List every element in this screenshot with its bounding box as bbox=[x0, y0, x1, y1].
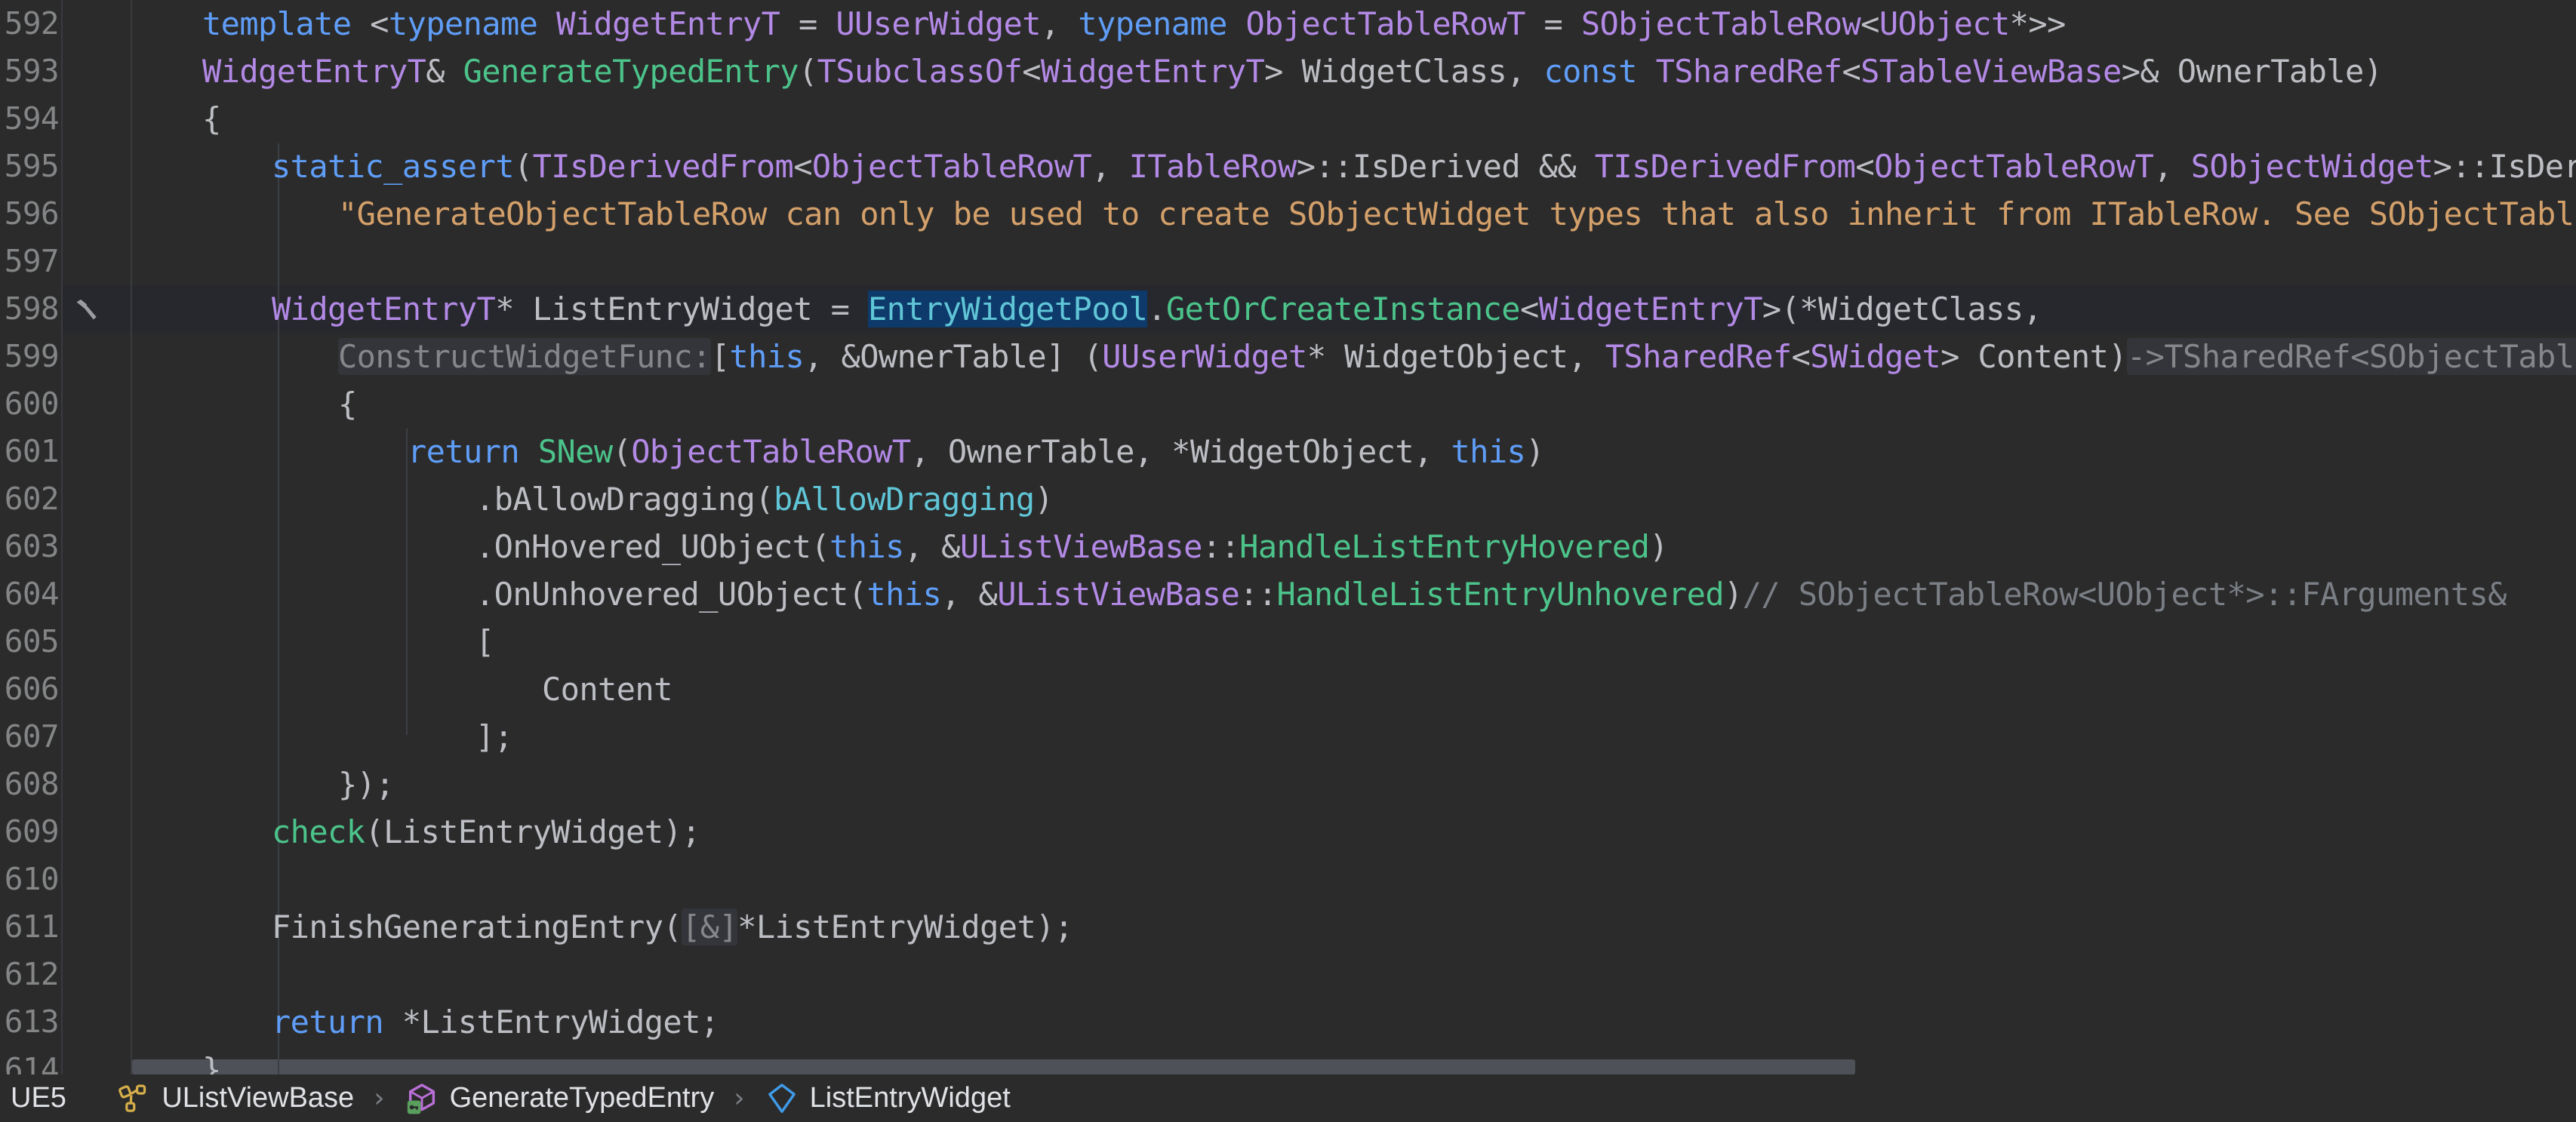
code-line[interactable]: 611 FinishGeneratingEntry([&]*ListEntryW… bbox=[0, 903, 2576, 951]
code-line[interactable]: 596 "GenerateObjectTableRow can only be … bbox=[0, 190, 2576, 238]
line-number: 592 bbox=[4, 5, 60, 41]
code-line-active[interactable]: 598 WidgetEntryT* ListEntryWidget = Entr… bbox=[0, 285, 2576, 333]
line-number: 603 bbox=[4, 528, 60, 564]
inline-comment: // SObjectTableRow<UObject*>::FArguments… bbox=[1742, 576, 2507, 613]
line-number: 609 bbox=[4, 813, 60, 850]
breadcrumb-separator: › bbox=[734, 1083, 745, 1114]
line-content: }); bbox=[338, 766, 395, 803]
code-line[interactable]: 606 Content bbox=[0, 666, 2576, 713]
line-number: 596 bbox=[4, 195, 60, 232]
line-content: } bbox=[202, 1051, 221, 1074]
line-number: 610 bbox=[4, 861, 60, 897]
line-number: 599 bbox=[4, 338, 60, 374]
ide-window: 592 template <typename WidgetEntryT = UU… bbox=[0, 0, 2576, 1122]
line-number: 611 bbox=[4, 908, 60, 945]
line-content: check(ListEntryWidget); bbox=[272, 813, 700, 850]
code-editor[interactable]: 592 template <typename WidgetEntryT = UU… bbox=[0, 0, 2576, 1074]
horizontal-scrollbar-thumb[interactable] bbox=[132, 1059, 1855, 1074]
line-number: 600 bbox=[4, 386, 60, 422]
breadcrumb-label: ListEntryWidget bbox=[809, 1082, 1011, 1114]
variable-icon bbox=[765, 1081, 799, 1116]
inlay-hint-parameter: ConstructWidgetFunc: bbox=[338, 338, 711, 375]
line-content: "GenerateObjectTableRow can only be used… bbox=[338, 195, 2576, 232]
line-number: 614 bbox=[4, 1051, 60, 1074]
gutter-separator-left bbox=[61, 0, 63, 1074]
code-line[interactable]: 604 .OnUnhovered_UObject(this, &UListVie… bbox=[0, 570, 2576, 618]
code-line[interactable]: 597 bbox=[0, 238, 2576, 285]
breadcrumb: UE5 › UListViewBase › bbox=[0, 1074, 2576, 1122]
line-content: [ bbox=[475, 623, 494, 660]
line-number: 607 bbox=[4, 718, 60, 755]
line-number: 598 bbox=[4, 290, 60, 327]
line-content: .OnUnhovered_UObject(this, &UListViewBas… bbox=[475, 576, 2507, 613]
code-line[interactable]: 600 { bbox=[0, 380, 2576, 428]
line-content: return *ListEntryWidget; bbox=[272, 1004, 719, 1041]
line-content: return SNew(ObjectTableRowT, OwnerTable,… bbox=[408, 433, 1544, 470]
breadcrumb-item-root[interactable]: UE5 bbox=[8, 1074, 69, 1122]
selected-text: EntryWidgetPool bbox=[867, 290, 1148, 327]
class-icon bbox=[116, 1081, 151, 1116]
method-protected-icon bbox=[405, 1081, 439, 1116]
code-line[interactable]: 608 }); bbox=[0, 761, 2576, 808]
line-content: .bAllowDragging(bAllowDragging) bbox=[475, 481, 1054, 518]
line-number: 604 bbox=[4, 576, 60, 612]
line-content: { bbox=[202, 100, 221, 137]
line-content: ConstructWidgetFunc:[this, &OwnerTable] … bbox=[338, 333, 2576, 380]
line-content: FinishGeneratingEntry([&]*ListEntryWidge… bbox=[272, 908, 1073, 945]
breadcrumb-label: UListViewBase bbox=[162, 1082, 355, 1114]
inlay-hint-capture: [&] bbox=[682, 908, 738, 945]
line-content: .OnHovered_UObject(this, &UListViewBase:… bbox=[475, 528, 1669, 565]
hammer-icon[interactable] bbox=[62, 285, 109, 333]
line-content: WidgetEntryT* ListEntryWidget = EntryWid… bbox=[272, 290, 2042, 327]
breadcrumb-item-class[interactable]: UListViewBase bbox=[113, 1074, 357, 1122]
gutter-separator-right bbox=[131, 0, 132, 1074]
code-line[interactable]: 601 return SNew(ObjectTableRowT, OwnerTa… bbox=[0, 428, 2576, 475]
breadcrumb-item-method[interactable]: GenerateTypedEntry bbox=[402, 1074, 718, 1122]
code-line[interactable]: 595 static_assert(TIsDerivedFrom<ObjectT… bbox=[0, 143, 2576, 190]
breadcrumb-separator: › bbox=[374, 1083, 385, 1114]
line-number: 602 bbox=[4, 481, 60, 517]
line-number: 601 bbox=[4, 433, 60, 469]
code-line[interactable]: 603 .OnHovered_UObject(this, &UListViewB… bbox=[0, 523, 2576, 570]
line-number: 608 bbox=[4, 766, 60, 802]
code-line[interactable]: 592 template <typename WidgetEntryT = UU… bbox=[0, 0, 2576, 48]
line-content: Content bbox=[542, 671, 672, 708]
breadcrumb-item-variable[interactable]: ListEntryWidget bbox=[762, 1074, 1014, 1122]
inlay-hint-return-type: ->TSharedRef<SObjectTableRow<UObject*>> bbox=[2126, 338, 2576, 375]
line-number: 606 bbox=[4, 671, 60, 707]
code-line[interactable]: 599 ConstructWidgetFunc:[this, &OwnerTab… bbox=[0, 333, 2576, 380]
line-content: static_assert(TIsDerivedFrom<ObjectTable… bbox=[272, 148, 2576, 185]
line-content: ]; bbox=[475, 718, 513, 755]
line-number: 612 bbox=[4, 956, 60, 992]
code-line[interactable]: 602 .bAllowDragging(bAllowDragging) bbox=[0, 475, 2576, 523]
line-number: 605 bbox=[4, 623, 60, 659]
breadcrumb-label: GenerateTypedEntry bbox=[449, 1082, 715, 1114]
line-content: { bbox=[338, 386, 357, 423]
line-number: 613 bbox=[4, 1004, 60, 1040]
line-number: 593 bbox=[4, 53, 60, 89]
code-line[interactable]: 612 bbox=[0, 951, 2576, 998]
line-content: template <typename WidgetEntryT = UUserW… bbox=[202, 5, 2066, 42]
code-line[interactable]: 613 return *ListEntryWidget; bbox=[0, 998, 2576, 1046]
code-line[interactable]: 609 check(ListEntryWidget); bbox=[0, 808, 2576, 856]
line-number: 594 bbox=[4, 100, 60, 137]
code-line[interactable]: 607 ]; bbox=[0, 713, 2576, 761]
code-line[interactable]: 594 { bbox=[0, 95, 2576, 143]
code-line[interactable]: 593 WidgetEntryT& GenerateTypedEntry(TSu… bbox=[0, 48, 2576, 95]
line-number: 597 bbox=[4, 243, 60, 279]
line-content: WidgetEntryT& GenerateTypedEntry(TSubcla… bbox=[202, 53, 2383, 90]
line-number: 595 bbox=[4, 148, 60, 184]
breadcrumb-label: UE5 bbox=[11, 1082, 66, 1114]
code-line[interactable]: 610 bbox=[0, 856, 2576, 903]
code-line[interactable]: 605 [ bbox=[0, 618, 2576, 666]
